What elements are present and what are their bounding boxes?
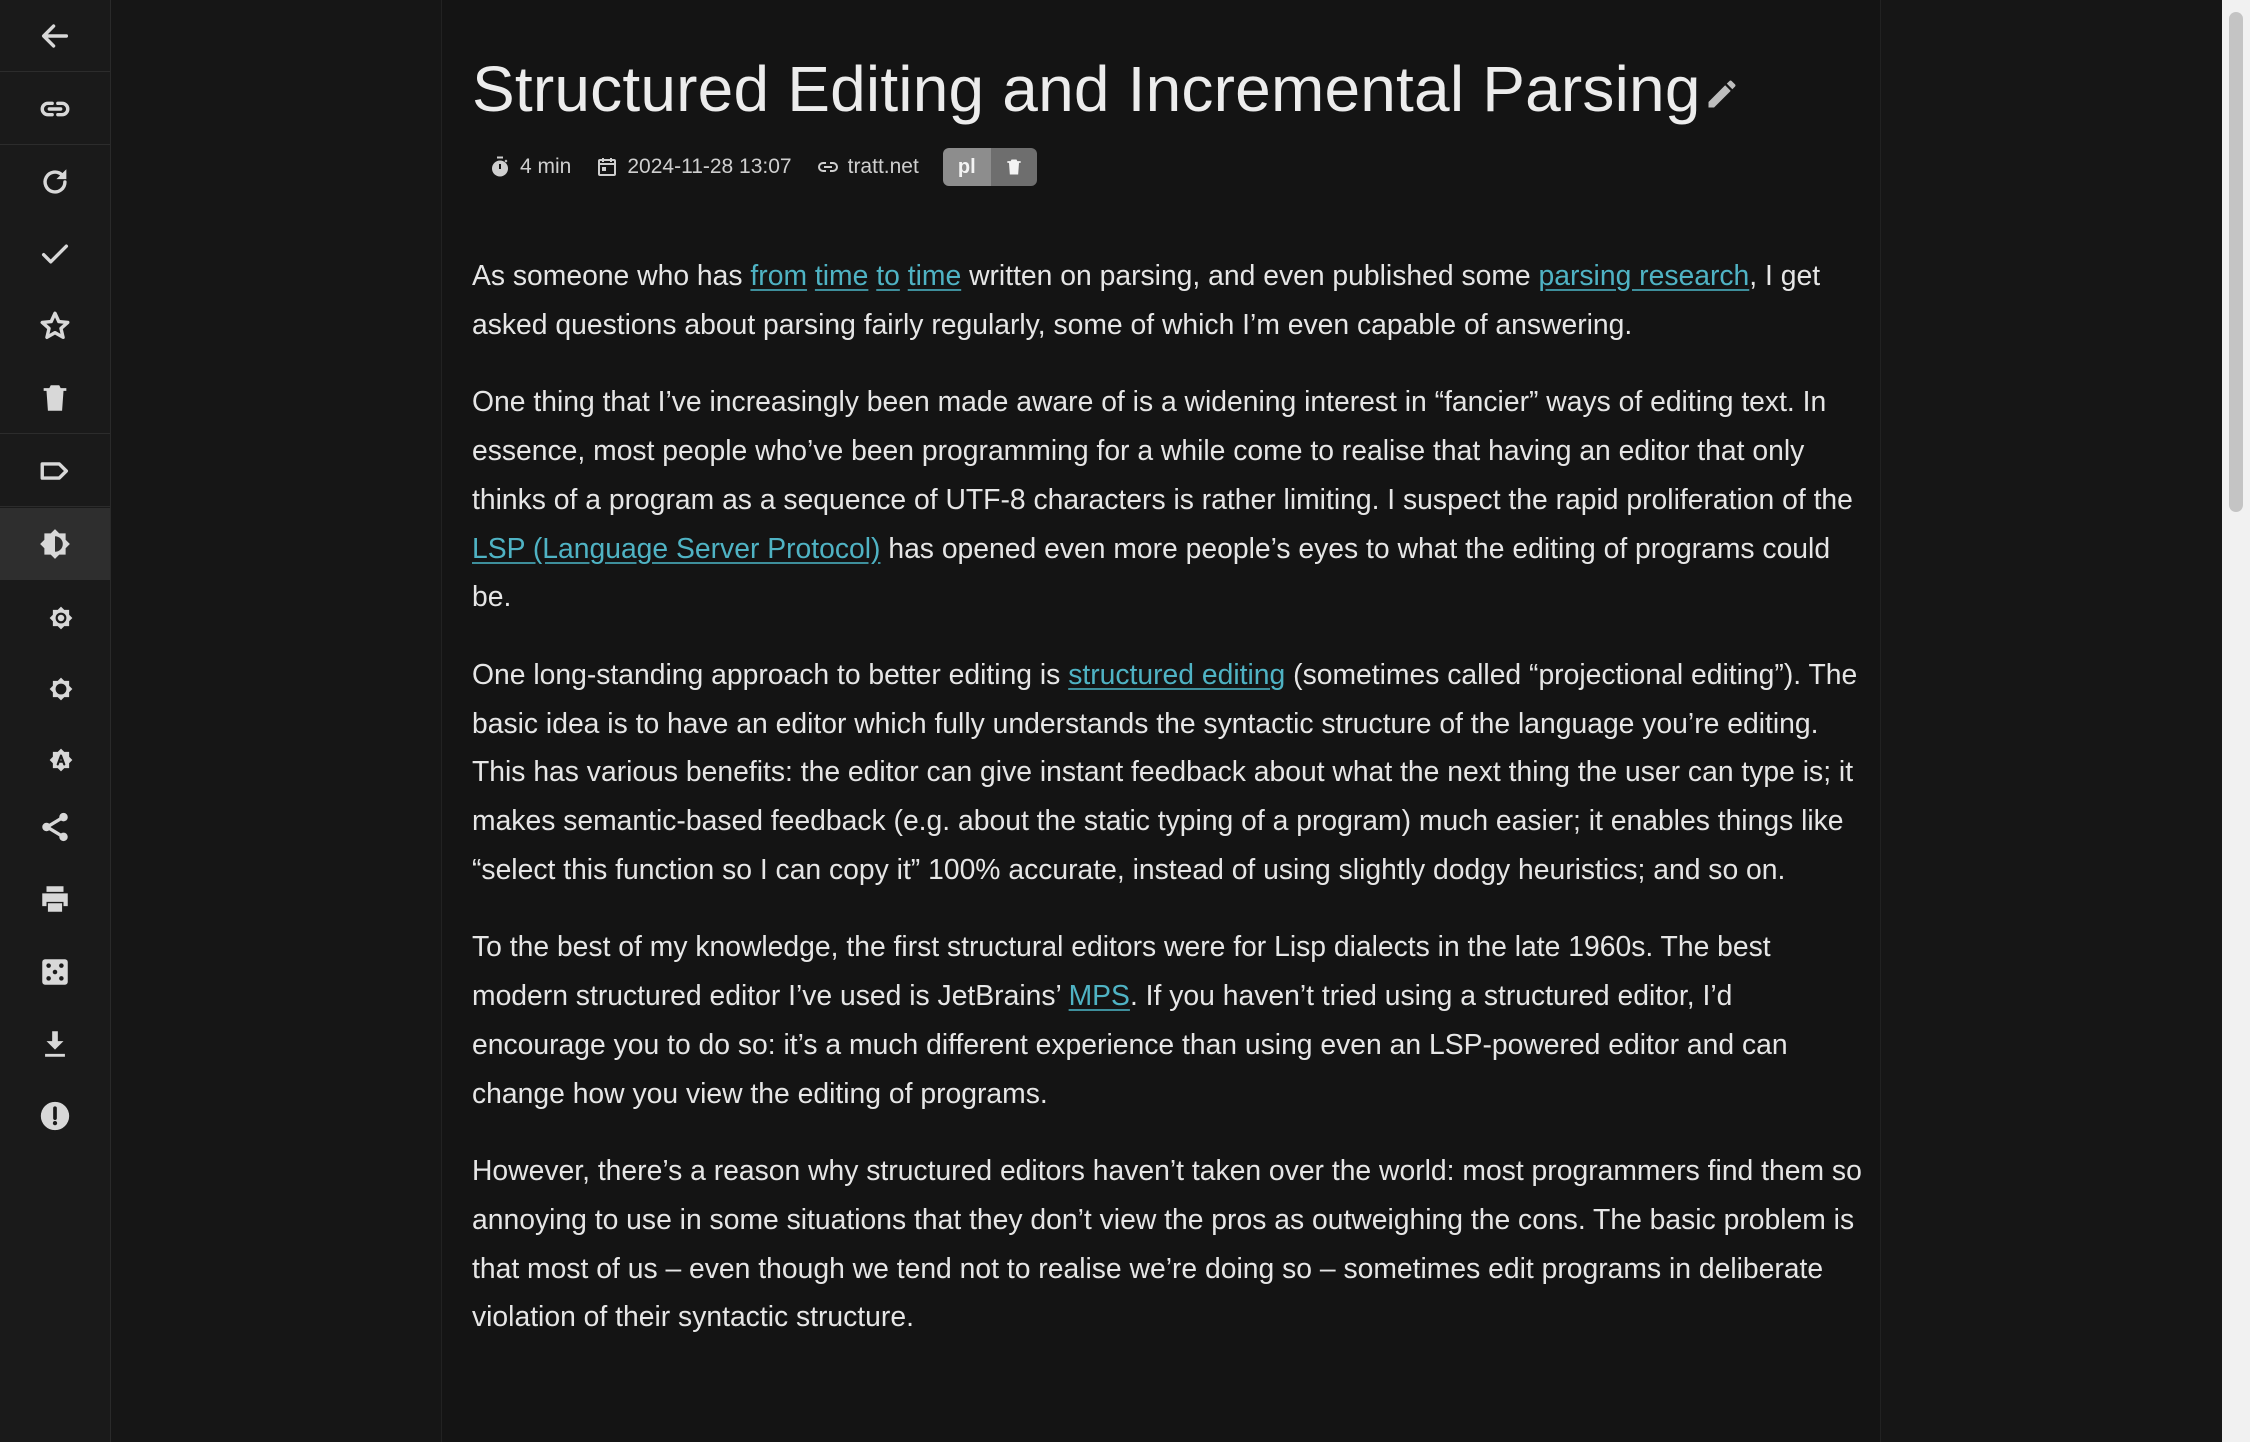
article-body: As someone who has from time to time wri…: [472, 251, 1862, 1370]
theme-dark-button[interactable]: [0, 653, 110, 725]
scrollbar-thumb[interactable]: [2229, 12, 2243, 512]
inline-link[interactable]: to: [876, 259, 900, 291]
link-icon: [817, 162, 838, 172]
paragraph-text: One long-standing approach to better edi…: [472, 657, 1069, 690]
paragraph: To the best of my knowledge, the first s…: [472, 922, 1862, 1117]
trash-icon: [1007, 159, 1021, 175]
paragraph: One thing that I’ve increasingly been ma…: [472, 377, 1862, 621]
publish-date: 2024-11-28 13:07: [595, 155, 792, 179]
inline-link[interactable]: structured editing: [1068, 658, 1285, 690]
report-button[interactable]: [0, 1080, 110, 1152]
theme-light-button[interactable]: [0, 582, 110, 654]
open-link-button[interactable]: [0, 73, 110, 145]
mark-read-button[interactable]: [0, 218, 110, 290]
random-button[interactable]: [0, 936, 110, 1008]
inline-link[interactable]: LSP (Language Server Protocol): [472, 532, 880, 564]
scrollbar[interactable]: [2222, 0, 2250, 1442]
share-button[interactable]: [0, 791, 110, 863]
brightness-auto-icon: [49, 748, 73, 772]
brightness-icon: [40, 529, 70, 559]
inline-link[interactable]: from: [750, 259, 807, 291]
delete-button[interactable]: [0, 362, 110, 434]
paragraph: One long-standing approach to better edi…: [472, 650, 1862, 894]
star-button[interactable]: [0, 290, 110, 362]
edit-title-button[interactable]: [1704, 76, 1740, 112]
brightness-low-icon: [49, 677, 73, 701]
download-icon: [45, 1031, 65, 1057]
paragraph: As someone who has from time to time wri…: [472, 251, 1862, 348]
publish-date-text: 2024-11-28 13:07: [627, 155, 792, 178]
arrow-left-icon: [41, 23, 69, 48]
tag-chip: pl: [942, 148, 1037, 186]
star-icon: [40, 311, 70, 340]
paragraph-text: [807, 259, 815, 291]
reading-time-text: 4 min: [520, 155, 572, 178]
dice-icon: [42, 959, 68, 985]
label-icon: [40, 461, 69, 480]
paragraph-text: (sometimes called “projectional editing”…: [472, 657, 1858, 885]
refresh-icon: [43, 169, 67, 194]
source-link[interactable]: tratt.net: [816, 155, 919, 179]
trash-icon: [43, 384, 67, 411]
inline-link[interactable]: time: [908, 259, 961, 291]
theme-button[interactable]: [0, 508, 110, 580]
inline-link[interactable]: time: [815, 259, 868, 291]
reading-time: 4 min: [488, 155, 571, 179]
right-margin: [1881, 0, 2222, 1442]
paragraph-text: One thing that I’ve increasingly been ma…: [472, 385, 1853, 515]
pencil-icon: [1708, 80, 1736, 108]
source-text[interactable]: tratt.net: [848, 155, 919, 179]
inline-link[interactable]: parsing research: [1539, 259, 1750, 291]
paragraph-text: written on parsing, and even published s…: [961, 259, 1539, 291]
paragraph-text: [900, 259, 908, 291]
check-icon: [41, 244, 69, 264]
article-title: Structured Editing and Incremental Parsi…: [472, 53, 1701, 125]
inline-link[interactable]: MPS: [1069, 979, 1130, 1011]
print-button[interactable]: [0, 863, 110, 935]
tag-label[interactable]: pl: [942, 148, 991, 186]
timer-icon: [492, 156, 508, 177]
label-button[interactable]: [0, 435, 110, 507]
calendar-icon: [598, 158, 617, 176]
remove-tag-button[interactable]: [990, 148, 1037, 186]
left-margin: [111, 0, 441, 1442]
brightness-high-icon: [49, 606, 73, 630]
article-meta: 4 min 2024-11-28 13:07 tratt.net pl: [488, 148, 1037, 186]
sidebar: [0, 0, 111, 1442]
back-button[interactable]: [0, 0, 110, 72]
paragraph: However, there’s a reason why structured…: [472, 1146, 1862, 1341]
link-icon: [40, 101, 70, 116]
paragraph-text: As someone who has: [472, 259, 751, 291]
share-icon: [42, 812, 68, 842]
theme-auto-button[interactable]: [0, 724, 110, 796]
refresh-button[interactable]: [0, 146, 110, 218]
download-button[interactable]: [0, 1008, 110, 1080]
alert-icon: [40, 1101, 70, 1131]
paragraph-text: However, there’s a reason why structured…: [472, 1154, 1862, 1333]
print-icon: [42, 886, 68, 912]
